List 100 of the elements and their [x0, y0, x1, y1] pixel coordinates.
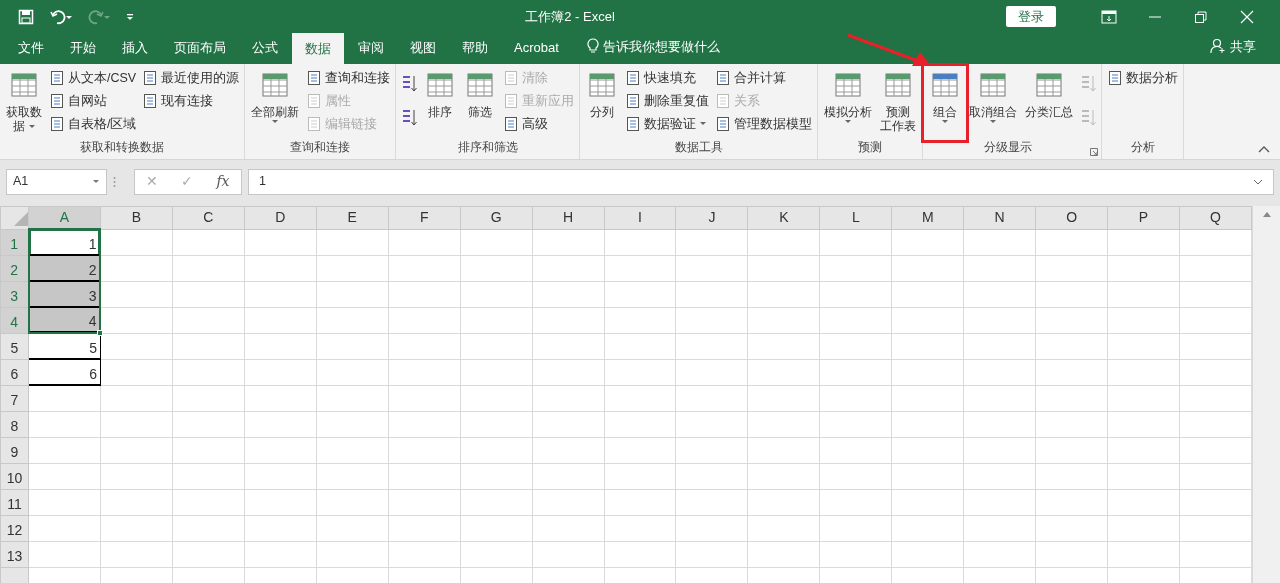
column-header[interactable]: I: [604, 206, 676, 229]
sheet-icon: [625, 115, 642, 132]
ribbon-button[interactable]: 数据分析: [1105, 68, 1181, 89]
ribbon-tab[interactable]: 开始: [58, 31, 108, 64]
column-header[interactable]: B: [100, 206, 173, 229]
table-cell[interactable]: 5: [28, 333, 101, 359]
lightbulb-icon[interactable]: [586, 38, 599, 55]
formula-button[interactable]: fx: [216, 171, 230, 192]
table-cell[interactable]: 4: [28, 307, 101, 333]
row-header[interactable]: 13: [0, 541, 29, 567]
row-header[interactable]: 7: [0, 385, 29, 411]
column-header[interactable]: G: [460, 206, 533, 229]
ribbon-button[interactable]: 模拟分析: [821, 68, 876, 138]
row-header[interactable]: 4: [0, 307, 29, 333]
ribbon-tab[interactable]: Acrobat: [502, 31, 571, 64]
restore-icon[interactable]: [1193, 8, 1209, 25]
column-header[interactable]: M: [891, 206, 964, 229]
ribbon-button[interactable]: 筛选: [461, 68, 500, 138]
ribbon-button[interactable]: 分列: [583, 68, 622, 138]
column-header[interactable]: J: [675, 206, 748, 229]
list-arrow-icon[interactable]: [401, 108, 418, 128]
ribbon-tab[interactable]: 视图: [398, 31, 448, 64]
row-header[interactable]: 5: [0, 333, 29, 359]
ribbon-button[interactable]: 合并计算: [713, 68, 815, 89]
dialog-launcher-icon[interactable]: [1090, 148, 1099, 156]
table-cell[interactable]: 2: [28, 255, 101, 281]
row-header[interactable]: 11: [0, 489, 29, 515]
ribbon-tab[interactable]: 公式: [240, 31, 290, 64]
save-icon[interactable]: [18, 8, 34, 25]
ribbon-tab[interactable]: 插入: [110, 31, 160, 64]
column-header[interactable]: C: [172, 206, 245, 229]
sheet-icon: [49, 93, 65, 110]
tell-me-field[interactable]: 告诉我你想要做什么: [602, 36, 720, 56]
sheet-icon: [142, 93, 159, 110]
share-button[interactable]: 共享: [1204, 35, 1262, 64]
ribbon-tab[interactable]: 页面布局: [162, 31, 238, 64]
group-label: 预测: [858, 139, 883, 156]
row-header[interactable]: 1: [0, 229, 29, 255]
column-header[interactable]: L: [819, 206, 892, 229]
ribbon-button[interactable]: 自网站: [47, 90, 139, 112]
customize-caret-icon[interactable]: [126, 12, 134, 21]
ribbon-button[interactable]: 管理数据模型: [713, 113, 815, 135]
ribbon-button[interactable]: 分类汇总: [1022, 68, 1077, 138]
ribbon-tab[interactable]: 帮助: [450, 31, 500, 64]
ribbon-button[interactable]: 数据验证: [623, 113, 712, 135]
row-header[interactable]: 12: [0, 515, 29, 541]
ribbon-button[interactable]: 排序: [421, 68, 460, 138]
formula-input[interactable]: 1: [248, 168, 1274, 195]
column-header[interactable]: A: [28, 206, 101, 229]
ribbon-tab[interactable]: 审阅: [346, 31, 396, 64]
column-header[interactable]: H: [532, 206, 604, 229]
ribbon-button[interactable]: 从文本/CSV: [47, 68, 139, 89]
ribbon-button[interactable]: 组合: [926, 68, 965, 138]
undo-icon[interactable]: [50, 8, 72, 25]
ribbon-button[interactable]: 删除重复值: [623, 90, 712, 112]
row-header[interactable]: 10: [0, 463, 29, 489]
column-header[interactable]: P: [1107, 206, 1180, 229]
ribbon-button[interactable]: 高级: [501, 113, 577, 135]
column-header[interactable]: N: [963, 206, 1036, 229]
group-label: 数据工具: [675, 139, 723, 156]
ribbon-display-icon[interactable]: [1101, 8, 1117, 25]
column-header[interactable]: D: [244, 206, 317, 229]
row-header[interactable]: 9: [0, 437, 29, 463]
table-cell[interactable]: 3: [28, 281, 101, 307]
row-header[interactable]: 3: [0, 281, 29, 307]
ribbon-tab[interactable]: 数据: [292, 32, 344, 64]
login-button[interactable]: 登录: [1006, 5, 1056, 28]
sheet-icon: [49, 70, 65, 87]
list-arrow-icon[interactable]: [401, 74, 418, 94]
name-box[interactable]: A1: [6, 168, 107, 195]
column-header[interactable]: O: [1035, 206, 1108, 229]
ribbon-button[interactable]: 最近使用的源: [140, 68, 242, 89]
table-cell[interactable]: 6: [28, 359, 101, 385]
table-cell[interactable]: 1: [28, 229, 101, 255]
fill-handle[interactable]: [97, 330, 104, 336]
sheet-icon: [306, 93, 323, 110]
name-box-value: A1: [13, 173, 29, 191]
ribbon-button[interactable]: 取消组合: [966, 68, 1021, 138]
group-label: 获取和转换数据: [80, 139, 165, 156]
ribbon-button[interactable]: 快速填充: [623, 68, 712, 89]
ribbon-button[interactable]: 全部刷新: [248, 68, 303, 138]
column-header[interactable]: E: [316, 206, 389, 229]
column-header[interactable]: Q: [1179, 206, 1252, 229]
collapse-ribbon-icon[interactable]: [1258, 145, 1270, 153]
ribbon-button[interactable]: 预测 工作表: [877, 68, 920, 138]
row-header[interactable]: 6: [0, 359, 29, 385]
sheet-icon: [49, 115, 65, 132]
caret-icon: [699, 120, 708, 127]
column-header[interactable]: F: [388, 206, 461, 229]
close-icon[interactable]: [1239, 8, 1255, 25]
ribbon-button[interactable]: 现有连接: [140, 90, 242, 112]
group-label: 分级显示: [984, 139, 1033, 156]
scroll-up-icon[interactable]: [1261, 210, 1272, 218]
ribbon-button[interactable]: 查询和连接: [304, 68, 393, 89]
ribbon-button[interactable]: 自表格/区域: [47, 113, 139, 135]
ribbon-button[interactable]: 获取数 据: [3, 68, 45, 138]
row-header[interactable]: 8: [0, 411, 29, 437]
ribbon-tab[interactable]: 文件: [6, 31, 56, 64]
row-header[interactable]: 2: [0, 255, 29, 281]
column-header[interactable]: K: [747, 206, 820, 229]
